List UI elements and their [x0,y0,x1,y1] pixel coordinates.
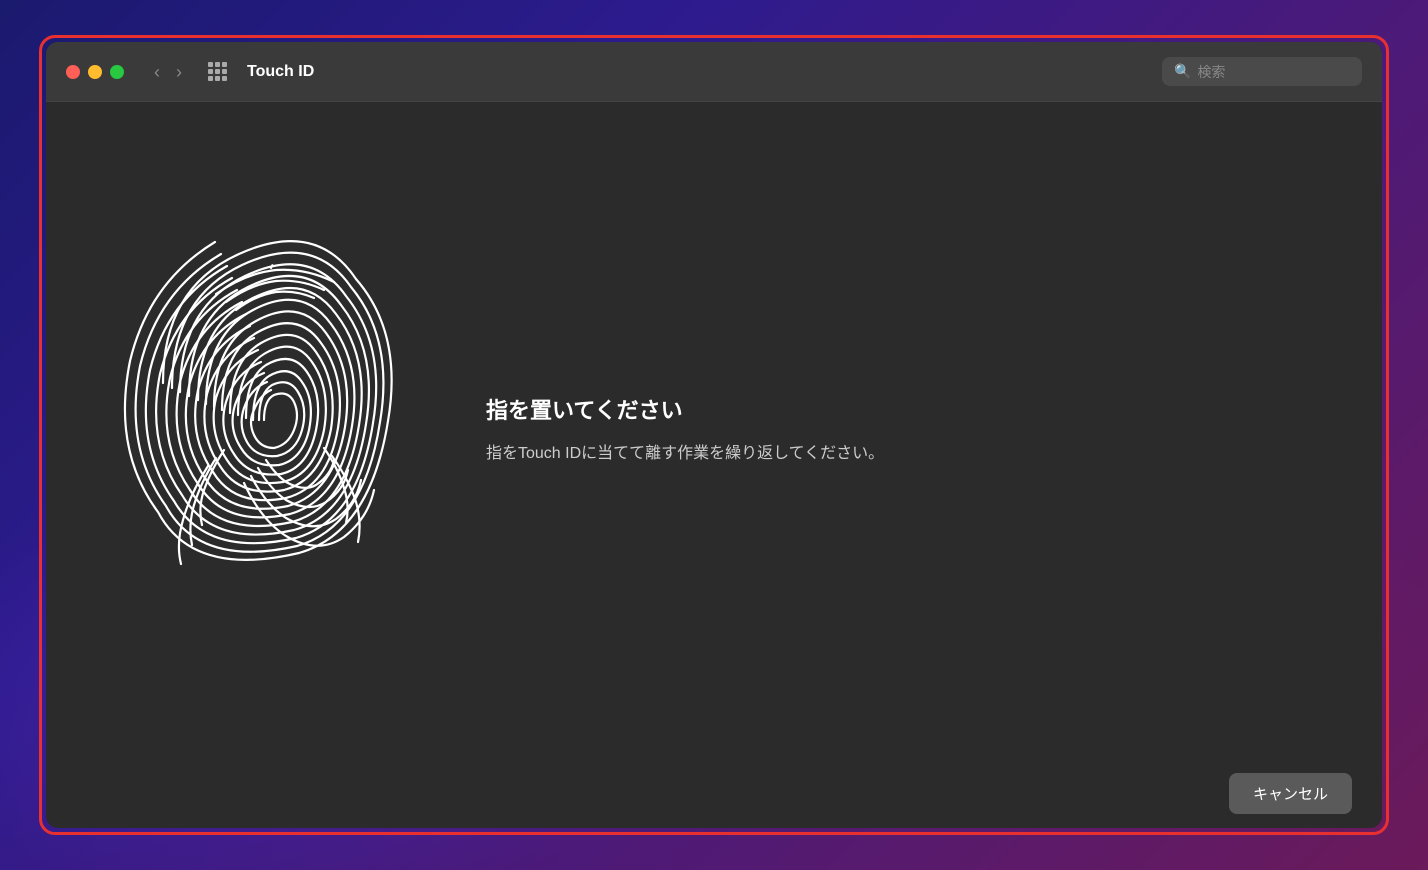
bottom-bar: キャンセル [46,758,1382,828]
close-button[interactable] [66,65,80,79]
window-title: Touch ID [247,63,1150,81]
maximize-button[interactable] [110,65,124,79]
nav-buttons: ‹ › [148,61,188,83]
forward-button[interactable]: › [170,61,188,83]
back-button[interactable]: ‹ [148,61,166,83]
outer-border: ‹ › Touch ID 🔍 [39,35,1389,835]
traffic-lights [66,65,124,79]
fingerprint-icon [116,230,416,630]
search-input[interactable] [1197,64,1350,80]
instruction-title: 指を置いてください [486,393,1322,425]
cancel-button[interactable]: キャンセル [1229,773,1352,814]
minimize-button[interactable] [88,65,102,79]
search-box[interactable]: 🔍 [1162,57,1362,86]
window: ‹ › Touch ID 🔍 [46,42,1382,828]
fingerprint-area [106,220,426,640]
content-area: 指を置いてください 指をTouch IDに当てて離す作業を繰り返してください。 [46,102,1382,758]
titlebar: ‹ › Touch ID 🔍 [46,42,1382,102]
text-area: 指を置いてください 指をTouch IDに当てて離す作業を繰り返してください。 [426,393,1322,467]
search-icon: 🔍 [1174,63,1191,80]
grid-icon[interactable] [208,62,227,81]
instruction-body: 指をTouch IDに当てて離す作業を繰り返してください。 [486,441,1322,467]
